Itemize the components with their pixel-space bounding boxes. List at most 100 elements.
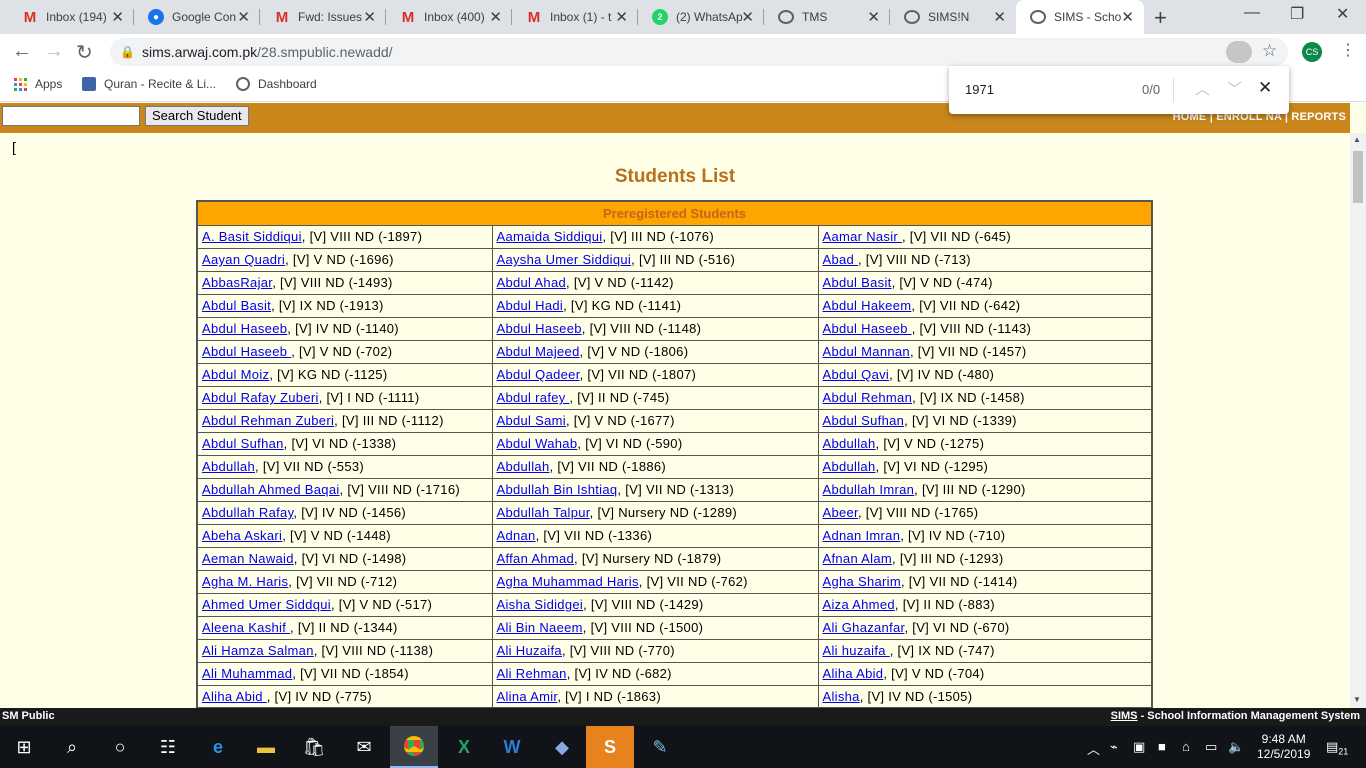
student-name-link[interactable]: Aayan Quadri xyxy=(202,252,285,267)
student-name-link[interactable]: Abdullah Ahmed Baqai xyxy=(202,482,340,497)
find-previous-icon[interactable]: ︿ xyxy=(1195,78,1210,99)
excel-icon[interactable]: X xyxy=(440,726,488,768)
windows-start-icon[interactable]: ⊞ xyxy=(0,726,48,768)
student-name-link[interactable]: Abdullah xyxy=(202,459,255,474)
student-name-link[interactable]: Abdul Sufhan xyxy=(823,413,905,428)
student-name-link[interactable]: Agha M. Haris xyxy=(202,574,288,589)
student-name-link[interactable]: AbbasRajar xyxy=(202,275,272,290)
student-name-link[interactable]: Affan Ahmad xyxy=(497,551,575,566)
student-name-link[interactable]: Aeman Nawaid xyxy=(202,551,294,566)
close-tab-icon[interactable]: ✕ xyxy=(741,8,754,26)
student-name-link[interactable]: Abdullah Bin Ishtiaq xyxy=(497,482,618,497)
minimize-icon[interactable]: — xyxy=(1244,4,1260,22)
student-name-link[interactable]: Abdul Wahab xyxy=(497,436,578,451)
student-name-link[interactable]: Ali Ghazanfar xyxy=(823,620,905,635)
student-name-link[interactable]: Ali Muhammad xyxy=(202,666,292,681)
student-name-link[interactable]: Abdullah Talpur xyxy=(497,505,590,520)
student-name-link[interactable]: Aaysha Umer Siddiqui xyxy=(497,252,632,267)
show-hidden-icons-icon[interactable]: ︿ xyxy=(1087,739,1100,758)
student-name-link[interactable]: Abdul Haseeb xyxy=(202,344,291,359)
volume-icon[interactable]: 🔈 xyxy=(1228,739,1244,755)
maximize-icon[interactable]: ❐ xyxy=(1290,4,1304,24)
reload-icon[interactable]: ↻ xyxy=(76,40,93,65)
student-name-link[interactable]: Adnan Imran xyxy=(823,528,901,543)
close-tab-icon[interactable]: ✕ xyxy=(867,8,880,26)
bookmark-star-icon[interactable]: ☆ xyxy=(1262,41,1277,61)
student-name-link[interactable]: A. Basit Siddiqui xyxy=(202,229,302,244)
student-name-link[interactable]: Abdul Moiz xyxy=(202,367,269,382)
task-view-icon[interactable]: ☷ xyxy=(144,726,192,768)
paint-icon[interactable]: ✎ xyxy=(636,726,684,768)
student-name-link[interactable]: Abdul Haseeb xyxy=(202,321,287,336)
find-next-icon[interactable]: ﹀ xyxy=(1227,78,1242,99)
student-name-link[interactable]: Ali Bin Naeem xyxy=(497,620,583,635)
close-tab-icon[interactable]: ✕ xyxy=(615,8,628,26)
student-name-link[interactable]: Ali huzaifa xyxy=(823,643,890,658)
tab-sims-school-active[interactable]: SIMS - Scho ✕ xyxy=(1016,0,1144,34)
student-name-link[interactable]: Aisha Sididgei xyxy=(497,597,584,612)
student-name-link[interactable]: Abdul Qavi xyxy=(823,367,890,382)
student-name-link[interactable]: Ali Huzaifa xyxy=(497,643,562,658)
student-name-link[interactable]: Aliha Abid xyxy=(202,689,267,704)
student-name-link[interactable]: Abdul Rafay Zuberi xyxy=(202,390,319,405)
student-name-link[interactable]: Aiza Ahmed xyxy=(823,597,895,612)
tray-app-icon-2[interactable]: ■ xyxy=(1158,739,1166,754)
forward-icon[interactable]: → xyxy=(44,40,64,63)
taskbar-clock[interactable]: 9:48 AM 12/5/2019 xyxy=(1257,732,1310,762)
student-name-link[interactable]: Abdul Haseeb xyxy=(497,321,582,336)
menu-kebab-icon[interactable]: ⋮ xyxy=(1340,40,1356,60)
student-name-link[interactable]: Abdul Sami xyxy=(497,413,566,428)
mail-icon[interactable]: ✉ xyxy=(340,726,388,768)
tab-google-contacts[interactable]: ● Google Con ✕ xyxy=(134,0,260,34)
student-name-link[interactable]: Abdul Majeed xyxy=(497,344,580,359)
close-tab-icon[interactable]: ✕ xyxy=(111,8,124,26)
edge-icon[interactable]: e xyxy=(194,726,242,768)
student-name-link[interactable]: Ahmed Umer Siddqui xyxy=(202,597,331,612)
close-window-icon[interactable]: ✕ xyxy=(1336,4,1349,24)
scrollbar-thumb[interactable] xyxy=(1353,151,1363,203)
student-search-input[interactable] xyxy=(2,106,140,126)
bookmark-dashboard[interactable]: Dashboard xyxy=(236,77,317,91)
tab-fwd-issues[interactable]: M Fwd: Issues ✕ xyxy=(260,0,386,34)
close-tab-icon[interactable]: ✕ xyxy=(993,8,1006,26)
battery-icon[interactable]: ▭ xyxy=(1205,739,1217,755)
tab-tms[interactable]: TMS ✕ xyxy=(764,0,890,34)
student-name-link[interactable]: Abdul Sufhan xyxy=(202,436,284,451)
find-close-icon[interactable]: ✕ xyxy=(1258,78,1272,98)
back-icon[interactable]: ← xyxy=(12,40,32,63)
network-icon[interactable]: ⌁ xyxy=(1110,739,1118,755)
tab-gmail-inbox-1[interactable]: M Inbox (1) - t ✕ xyxy=(512,0,638,34)
student-name-link[interactable]: Abad xyxy=(823,252,858,267)
tab-whatsapp[interactable]: 2 (2) WhatsAp ✕ xyxy=(638,0,764,34)
student-name-link[interactable]: Abdul Haseeb xyxy=(823,321,912,336)
search-student-button[interactable]: Search Student xyxy=(145,106,249,126)
notifications-icon[interactable]: ▤21 xyxy=(1326,739,1348,757)
nav-reports-link[interactable]: REPORTS xyxy=(1291,111,1346,123)
student-name-link[interactable]: Ali Hamza Salman xyxy=(202,643,314,658)
find-in-page-icon[interactable] xyxy=(1226,41,1252,63)
student-name-link[interactable]: Aamaida Siddiqui xyxy=(497,229,603,244)
close-tab-icon[interactable]: ✕ xyxy=(489,8,502,26)
find-input[interactable]: 1971 xyxy=(965,82,994,97)
student-name-link[interactable]: Abdul Basit xyxy=(823,275,892,290)
student-name-link[interactable]: Aleena Kashif xyxy=(202,620,290,635)
store-icon[interactable]: 🛍 xyxy=(290,726,338,768)
student-name-link[interactable]: Abdul Qadeer xyxy=(497,367,580,382)
file-explorer-icon[interactable]: ▬ xyxy=(242,726,290,768)
scroll-down-icon[interactable]: ▼ xyxy=(1353,695,1361,704)
student-name-link[interactable]: Alisha xyxy=(823,689,860,704)
close-tab-icon[interactable]: ✕ xyxy=(363,8,376,26)
student-name-link[interactable]: Abdullah xyxy=(823,436,876,451)
student-name-link[interactable]: Agha Muhammad Haris xyxy=(497,574,639,589)
skype-icon[interactable]: S xyxy=(586,726,634,768)
student-name-link[interactable]: Aliha Abid xyxy=(823,666,884,681)
student-name-link[interactable]: Abdullah xyxy=(823,459,876,474)
student-name-link[interactable]: Agha Sharim xyxy=(823,574,901,589)
tray-app-icon[interactable]: ▣ xyxy=(1133,739,1145,755)
student-name-link[interactable]: Abdullah Imran xyxy=(823,482,915,497)
bookmark-apps[interactable]: Apps xyxy=(14,77,62,91)
new-tab-icon[interactable]: + xyxy=(1154,5,1167,31)
tab-gmail-inbox-400[interactable]: M Inbox (400) ✕ xyxy=(386,0,512,34)
scroll-up-icon[interactable]: ▲ xyxy=(1353,135,1361,144)
student-name-link[interactable]: Abdul Mannan xyxy=(823,344,910,359)
